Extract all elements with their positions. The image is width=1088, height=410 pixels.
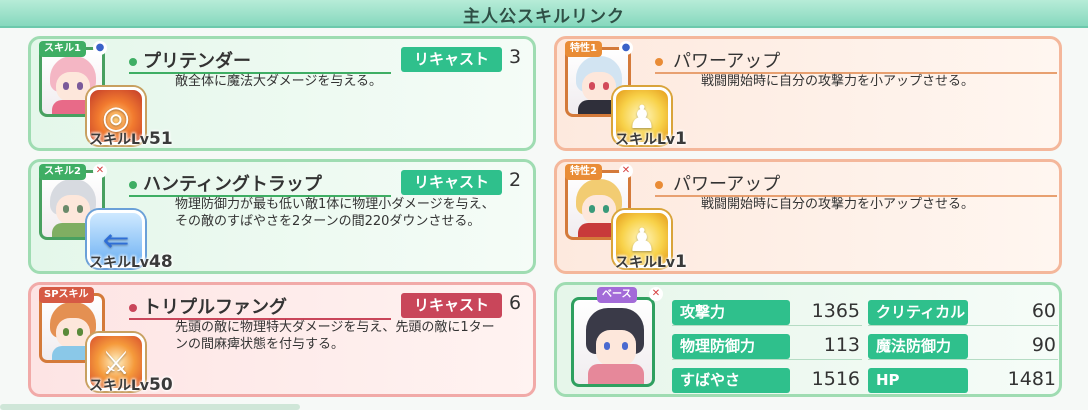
divider [672,325,862,326]
recast-value: 3 [509,46,522,68]
recast-label: リキャスト [401,47,502,72]
divider [672,359,862,360]
skill-card-2[interactable]: スキル2 ✕ ⇐ スキルLv48 ハンティングトラップ リキャスト 2 物理防御… [28,159,536,274]
pin-icon: ● [619,41,633,55]
trait-name: パワーアップ [655,170,780,196]
skill-link-panel: 主人公スキルリンク スキル1 ● ◎ スキルLv51 プリテンダー リキャスト … [0,0,1088,410]
pin-icon: ✕ [93,164,107,178]
skill-name: トリプルファング [129,293,287,319]
pin-icon: ✕ [649,287,663,301]
trait-tag: 特性2 [565,164,602,180]
base-tag: ベース [597,287,637,303]
sp-skill-card[interactable]: SPスキル ⚔ スキルLv50 トリプルファング リキャスト 6 先頭の敵に物理… [28,282,536,397]
skill-name: ハンティングトラップ [129,170,322,196]
pin-icon: ● [93,41,107,55]
recast-label: リキャスト [401,293,502,318]
stat-value-physical-defense: 113 [823,334,860,356]
trait-name: パワーアップ [655,47,780,73]
stat-label-physical-defense: 物理防御力 [672,334,790,359]
trait-description: 戦闘開始時に自分の攻撃力を小アップさせる。 [701,74,975,89]
skill-description: 物理防御力が最も低い敵1体に物理小ダメージを与え、 その敵のすばやさを2ターンの… [175,197,495,229]
stat-value-critical: 60 [1031,300,1056,322]
divider [868,359,1058,360]
skill-tag: スキル1 [39,41,86,57]
recast-value: 2 [509,169,522,191]
skill-level: スキルLv51 [89,129,173,149]
divider [868,325,1058,326]
skill-tag: SPスキル [39,287,94,303]
character-portrait [571,297,655,387]
panel-title: 主人公スキルリンク [463,7,625,27]
skill-level: スキルLv1 [615,252,687,272]
trait-card-2[interactable]: 特性2 ✕ ♟ スキルLv1 パワーアップ 戦闘開始時に自分の攻撃力を小アップさ… [554,159,1062,274]
stat-label-magic-defense: 魔法防御力 [868,334,968,359]
next-panel-edge [0,404,300,410]
pin-icon: ✕ [619,164,633,178]
skill-description: 敵全体に魔法大ダメージを与える。 [175,74,382,89]
trait-description: 戦闘開始時に自分の攻撃力を小アップさせる。 [701,197,975,212]
stat-value-hp: 1481 [1007,368,1056,390]
skill-name: プリテンダー [129,47,251,73]
recast-label: リキャスト [401,170,502,195]
trait-tag: 特性1 [565,41,602,57]
base-stats-card[interactable]: ベース ✕ 攻撃力 1365 クリティカル 60 物理防御力 113 魔法防御力… [554,282,1062,397]
skill-tag: スキル2 [39,164,86,180]
stat-value-attack: 1365 [811,300,860,322]
skill-level: スキルLv1 [615,129,687,149]
stat-value-magic-defense: 90 [1031,334,1056,356]
skill-level: スキルLv50 [89,375,173,395]
stat-label-attack: 攻撃力 [672,300,790,325]
stat-label-critical: クリティカル [868,300,968,325]
title-bar: 主人公スキルリンク [0,0,1088,28]
skill-description: 先頭の敵に物理特大ダメージを与え、先頭の敵に1ター ンの間麻痺状態を付与する。 [175,320,495,352]
stat-label-speed: すばやさ [672,368,790,393]
skill-card-1[interactable]: スキル1 ● ◎ スキルLv51 プリテンダー リキャスト 3 敵全体に魔法大ダ… [28,36,536,151]
skill-level: スキルLv48 [89,252,173,272]
recast-value: 6 [509,292,522,314]
stat-value-speed: 1516 [811,368,860,390]
stat-label-hp: HP [868,368,968,393]
trait-card-1[interactable]: 特性1 ● ♟ スキルLv1 パワーアップ 戦闘開始時に自分の攻撃力を小アップさ… [554,36,1062,151]
